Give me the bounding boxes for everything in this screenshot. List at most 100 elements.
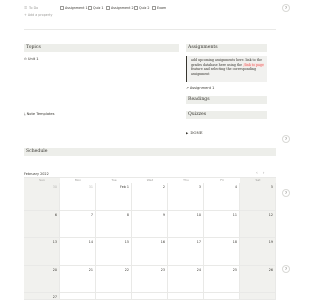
callout-text-2: feature and selecting the corresponding … xyxy=(191,67,257,76)
todo-label: Assignment 2 xyxy=(111,5,134,10)
calendar-nav: ‹ › xyxy=(256,171,265,176)
assignment-link[interactable]: ↗ Assignment 1 xyxy=(186,86,214,90)
day-number: 8 xyxy=(126,212,129,217)
calendar-day-cell[interactable] xyxy=(168,293,204,300)
day-number: 22 xyxy=(124,267,129,272)
todo-quiz-1[interactable]: Quiz 1 xyxy=(88,5,103,10)
calendar-day-cell[interactable]: 19 xyxy=(240,238,276,266)
day-number: 26 xyxy=(268,267,273,272)
day-number: 27 xyxy=(52,295,57,299)
todo-label: Exam xyxy=(157,5,167,10)
calendar-day-cell[interactable]: 22 xyxy=(96,265,132,293)
calendar-day-cell[interactable]: 8 xyxy=(96,210,132,238)
calendar-day-cell[interactable]: Feb 1 xyxy=(96,183,132,211)
help-button[interactable]: ? xyxy=(282,135,290,143)
day-number: 7 xyxy=(90,212,93,217)
day-number: 14 xyxy=(88,240,93,244)
day-number: Feb 1 xyxy=(120,185,129,189)
calendar-day-cell[interactable]: 15 xyxy=(96,238,132,266)
day-number: 2 xyxy=(162,185,165,189)
day-number: 30 xyxy=(52,185,57,189)
property-label: To Do xyxy=(29,5,39,10)
callout-code: /link to page xyxy=(243,62,265,67)
checkbox-icon[interactable] xyxy=(152,5,156,10)
checkbox-icon[interactable] xyxy=(106,5,110,10)
calendar-day-cell[interactable]: 18 xyxy=(204,238,240,266)
assignments-heading: Assignments xyxy=(186,44,267,52)
chevron-right-icon[interactable]: › xyxy=(263,171,265,176)
day-number: 20 xyxy=(52,267,57,272)
day-number: 11 xyxy=(232,212,237,217)
calendar-day-cell[interactable]: 11 xyxy=(204,210,240,238)
todo-label: Assignment 1 xyxy=(65,5,88,10)
calendar-day-cell[interactable]: 26 xyxy=(240,265,276,293)
todo-assignment-2[interactable]: Assignment 2 xyxy=(106,5,134,10)
calendar-day-cell[interactable]: 25 xyxy=(204,265,240,293)
calendar-day-cell[interactable]: 23 xyxy=(132,265,168,293)
checkbox-icon[interactable] xyxy=(60,5,64,10)
calendar-day-cell[interactable]: 6 xyxy=(24,210,60,238)
calendar-day-cell[interactable] xyxy=(204,293,240,300)
help-button[interactable]: ? xyxy=(282,265,290,273)
calendar-day-cell[interactable] xyxy=(240,293,276,300)
note-templates-link[interactable]: ⤓ Note Templates xyxy=(24,112,55,116)
quiz-toggle[interactable]: ▶ DONE xyxy=(186,130,203,135)
add-property-label: Add a property xyxy=(27,13,53,17)
property-row[interactable]: ☰ To Do xyxy=(24,5,38,10)
readings-heading: Readings xyxy=(186,96,267,104)
calendar-day-cell[interactable]: 3 xyxy=(168,183,204,211)
calendar-day-cell[interactable]: 13 xyxy=(24,238,60,266)
topics-heading: Topics xyxy=(24,44,179,52)
calendar-day-cell[interactable] xyxy=(60,293,96,300)
day-number: 17 xyxy=(196,240,201,244)
checkbox-icon[interactable] xyxy=(88,5,92,10)
assignments-callout: add upcoming assignments here. link to t… xyxy=(186,56,267,82)
day-number: 12 xyxy=(268,212,273,217)
todo-label: Quiz 2 xyxy=(139,5,150,10)
todo-assignment-1[interactable]: Assignment 1 xyxy=(60,5,88,10)
calendar-day-cell[interactable]: 5 xyxy=(240,183,276,211)
calendar-day-cell[interactable]: 2 xyxy=(132,183,168,211)
calendar-day-cell[interactable] xyxy=(96,293,132,300)
calendar-day-cell[interactable]: 7 xyxy=(60,210,96,238)
calendar-day-cell[interactable]: 9 xyxy=(132,210,168,238)
calendar-day-cell[interactable]: 16 xyxy=(132,238,168,266)
day-number: 24 xyxy=(196,267,201,272)
calendar-day-cell[interactable]: 21 xyxy=(60,265,96,293)
calendar-day-cell[interactable] xyxy=(132,293,168,300)
day-number: 16 xyxy=(160,240,165,244)
add-property-button[interactable]: + Add a property xyxy=(24,13,52,17)
note-templates-label: Note Templates xyxy=(26,112,55,116)
calendar-day-cell[interactable]: 4 xyxy=(204,183,240,211)
calendar-day-cell[interactable]: 20 xyxy=(24,265,60,293)
calendar-month: February 2022 xyxy=(24,172,49,176)
unit-label: Unit 1 xyxy=(27,57,39,61)
day-number: 6 xyxy=(54,212,57,217)
help-button[interactable]: ? xyxy=(282,189,290,197)
calendar-day-cell[interactable]: 31 xyxy=(60,183,96,211)
day-number: 15 xyxy=(124,240,129,244)
help-button[interactable]: ? xyxy=(282,4,290,12)
todo-exam[interactable]: Exam xyxy=(152,5,166,10)
day-number: 5 xyxy=(270,185,273,189)
calendar-day-cell[interactable]: 10 xyxy=(168,210,204,238)
calendar-day-cell[interactable]: 24 xyxy=(168,265,204,293)
calendar-day-cell[interactable]: 27 xyxy=(24,293,60,300)
day-number: 31 xyxy=(88,185,93,189)
day-number: 3 xyxy=(198,185,201,189)
todo-label: Quiz 1 xyxy=(93,5,104,10)
day-number: 19 xyxy=(268,240,273,244)
day-number: 25 xyxy=(232,267,237,272)
chevron-left-icon[interactable]: ‹ xyxy=(256,171,258,176)
page-icon: ⊙ xyxy=(24,57,27,61)
todo-quiz-2[interactable]: Quiz 2 xyxy=(134,5,149,10)
calendar-day-cell[interactable]: 12 xyxy=(240,210,276,238)
checkbox-icon[interactable] xyxy=(134,5,138,10)
calendar-day-cell[interactable]: 17 xyxy=(168,238,204,266)
day-number: 18 xyxy=(232,240,237,244)
calendar-day-cell[interactable]: 30 xyxy=(24,183,60,211)
day-number: 10 xyxy=(196,212,201,217)
quiz-label: DONE xyxy=(190,130,203,135)
calendar-day-cell[interactable]: 14 xyxy=(60,238,96,266)
unit-page-link[interactable]: ⊙ Unit 1 xyxy=(24,57,39,61)
